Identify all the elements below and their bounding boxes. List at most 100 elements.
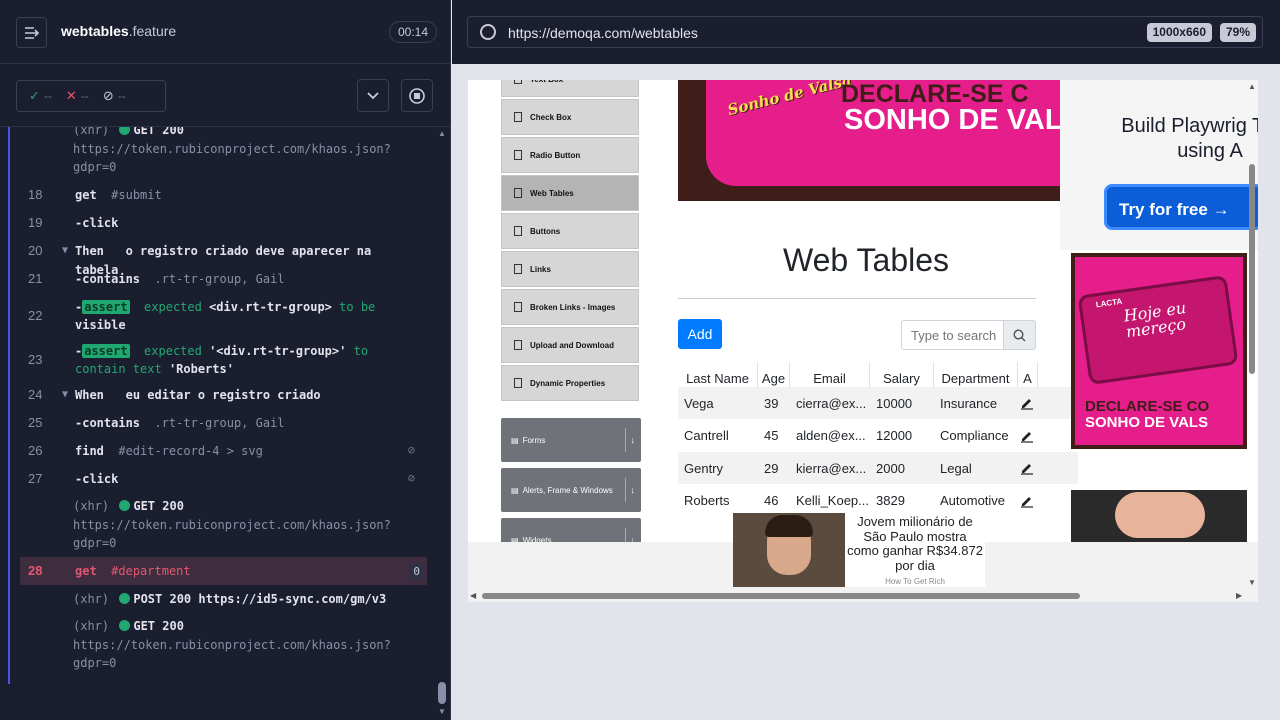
table-row: Vega 39 cierra@ex... 10000 Insurance (678, 387, 1078, 419)
elements-sidebar: Text BoxCheck BoxRadio ButtonWeb TablesB… (501, 80, 641, 562)
arrow-up-icon[interactable]: ▲ (1248, 82, 1256, 91)
sidebar-item-web-tables[interactable]: Web Tables (501, 175, 639, 211)
expand-icon[interactable]: ↓ (624, 428, 635, 452)
page-title: Web Tables (783, 242, 950, 278)
table-cell: Legal (940, 460, 972, 476)
command-row[interactable]: 21 -contains .rt-tr-group, Gail (10, 267, 427, 295)
cypress-ad[interactable]: Build Playwrig Tests using A Try for fre… (1060, 80, 1258, 250)
spec-header: webtables.feature 00:14 (0, 0, 451, 64)
specs-menu-button[interactable] (16, 17, 47, 48)
list-icon (514, 226, 522, 236)
candy-ad[interactable]: LACTA Hoje eu mereço DECLARE-SE CO SONHO … (1071, 253, 1247, 449)
scroll-thumb[interactable] (482, 593, 1080, 599)
table-cell: cierra@ex... (796, 395, 867, 411)
edit-icon[interactable] (1020, 485, 1036, 517)
zoom-badge: 79% (1219, 23, 1256, 42)
app-under-test: Text BoxCheck BoxRadio ButtonWeb TablesB… (468, 80, 1258, 602)
url-text[interactable]: https://demoqa.com/webtables (508, 25, 698, 41)
list-icon (514, 378, 522, 388)
table-row: Roberts 46 Kelli_Koep... 3829 Automotive (678, 484, 1078, 517)
table-cell: 45 (764, 428, 779, 443)
table-cell: Roberts (684, 493, 730, 508)
table-cell: 10000 (876, 395, 913, 411)
active-command-row[interactable]: 28 get #department 0 (20, 557, 427, 585)
list-icon (514, 188, 522, 198)
url-bar[interactable]: https://demoqa.com/webtables 1000x660 79… (467, 16, 1263, 48)
scroll-thumb[interactable] (1249, 164, 1255, 374)
command-row[interactable]: 19 -click (10, 211, 427, 239)
assert-row[interactable]: 23 - assert expected '<div.rt-tr-group>' … (10, 339, 427, 383)
skip-icon: ⊘ (102, 88, 114, 103)
ad-photo (733, 513, 845, 587)
sidebar-item-buttons[interactable]: Buttons (501, 213, 639, 249)
page-vertical-scrollbar[interactable]: ▲ ▼ (1246, 80, 1258, 590)
table-cell: alden@ex... (796, 428, 866, 443)
table-cell: Automotive (940, 493, 1006, 508)
step-row[interactable]: 20 ▼ Then o registro criado deve aparece… (10, 239, 427, 277)
status-dot-icon (119, 593, 131, 604)
add-button[interactable]: Add (678, 319, 722, 349)
xhr-log-row[interactable]: (xhr) GET 200 https://token.rubiconproje… (10, 617, 427, 677)
candy-image: LACTA Hoje eu mereço (1077, 274, 1239, 386)
sponsored-popup[interactable]: Jovem milionário de São Paulo mostra com… (733, 513, 985, 587)
failed-stat: ✕ -- (65, 88, 89, 103)
search-button[interactable] (1003, 320, 1036, 350)
banner-ad[interactable]: Sonho de Valsa DECLARE-SE C SONHO DE VAL (678, 80, 1066, 201)
search-icon (1013, 328, 1026, 341)
command-row[interactable]: 18 get #submit (10, 183, 427, 211)
chevron-down-icon[interactable]: ▼ (62, 389, 68, 400)
sidebar-item-radio-button[interactable]: Radio Button (501, 137, 639, 173)
edit-icon[interactable] (1020, 452, 1036, 484)
expand-icon[interactable]: ↓ (624, 478, 635, 502)
page-horizontal-scrollbar[interactable]: ◀ ▶ (468, 590, 1258, 602)
arrow-left-icon[interactable]: ◀ (470, 591, 476, 600)
sidebar-item-links[interactable]: Links (501, 251, 639, 287)
x-icon: ✕ (65, 88, 77, 103)
table-row: Cantrell 45 alden@ex... 12000 Compliance (678, 419, 1078, 452)
sidebar-item-broken-links-images[interactable]: Broken Links - Images (501, 289, 639, 325)
sidebar-item-dynamic-properties[interactable]: Dynamic Properties (501, 365, 639, 401)
collapse-button[interactable] (357, 79, 389, 112)
command-row[interactable]: 25 -contains .rt-tr-group, Gail (10, 411, 427, 439)
image-ad[interactable] (1071, 490, 1247, 542)
arrow-down-icon[interactable]: ▼ (1248, 578, 1256, 587)
xhr-log-row[interactable]: (xhr) GET 200 https://token.rubiconproje… (10, 497, 427, 557)
sidebar-item-upload-and-download[interactable]: Upload and Download (501, 327, 639, 363)
chevron-down-icon[interactable]: ▼ (62, 245, 68, 256)
command-log-panel: webtables.feature 00:14 ✓ -- ✕ -- ⊘ -- (xhr… (0, 0, 451, 720)
step-row[interactable]: 24 ▼ When eu editar o registro criado (10, 383, 427, 411)
stop-button[interactable] (401, 79, 433, 112)
assert-row[interactable]: 22 - assert expected <div.rt-tr-group> to… (10, 295, 427, 339)
arrow-right-icon[interactable]: ▶ (1236, 591, 1242, 600)
table-row: Gentry 29 kierra@ex... 2000 Legal (678, 452, 1078, 484)
run-stats: ✓ -- ✕ -- ⊘ -- (16, 80, 166, 112)
banner-line-2: SONHO DE VAL (844, 104, 1063, 136)
command-row[interactable]: 26 find #edit-record-4 > svg ⊘ (10, 439, 427, 467)
group-forms[interactable]: ▤ Forms ↓ (501, 418, 641, 462)
sidebar-item-check-box[interactable]: Check Box (501, 99, 639, 135)
scroll-thumb[interactable] (438, 682, 446, 704)
arrow-up-icon[interactable]: ▲ (438, 129, 446, 138)
command-row[interactable]: 27 -click ⊘ (10, 467, 427, 495)
ad-source: How To Get Rich (885, 577, 945, 586)
edit-icon[interactable] (1020, 420, 1036, 452)
list-icon (514, 302, 522, 312)
passed-stat: ✓ -- (29, 88, 52, 103)
edit-icon[interactable] (1020, 387, 1036, 419)
xhr-log-row[interactable]: (xhr) GET 200 https://token.rubiconproje… (10, 127, 427, 185)
run-timer: 00:14 (388, 21, 437, 43)
ad-heading: Build Playwrig Tests using A (1121, 115, 1258, 162)
list-icon (514, 150, 522, 160)
try-for-free-button[interactable]: Try for free → (1104, 184, 1258, 230)
table-cell: kierra@ex... (796, 460, 867, 476)
group-alerts-frame-windows[interactable]: ▤ Alerts, Frame & Windows ↓ (501, 468, 641, 512)
sidebar-item-text-box[interactable]: Text Box (501, 80, 639, 97)
status-dot-icon (119, 127, 131, 135)
arrow-down-icon[interactable]: ▼ (438, 707, 446, 716)
log-scrollbar[interactable]: ▲ ▼ (435, 127, 449, 720)
stop-icon (409, 87, 425, 104)
xhr-log-row[interactable]: (xhr) POST 200 https://id5-sync.com/gm/v… (10, 590, 427, 618)
list-icon (514, 80, 522, 84)
search-input[interactable] (901, 320, 1004, 350)
table-cell: 39 (764, 395, 779, 411)
